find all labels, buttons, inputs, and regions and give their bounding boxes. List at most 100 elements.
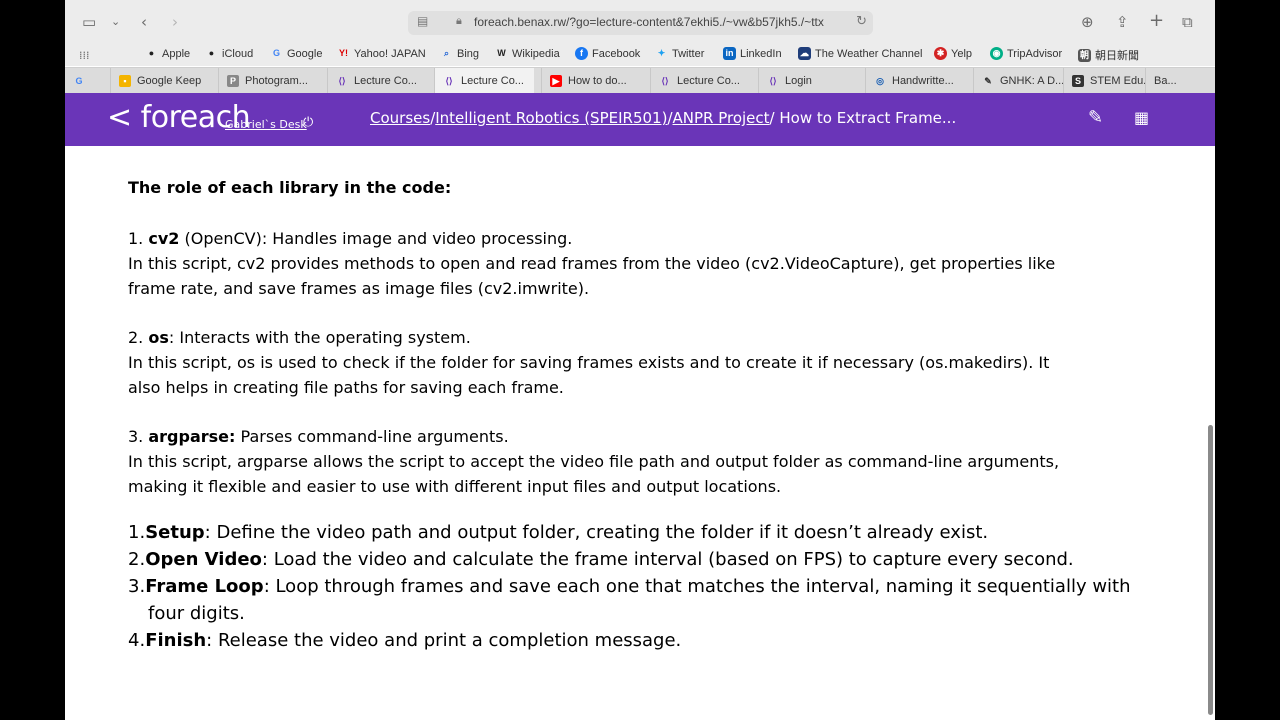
new-tab-icon[interactable]: + (1149, 11, 1164, 31)
sidebar-toggle-icon[interactable]: ▭ (82, 12, 96, 32)
bookmark-facebook[interactable]: f Facebook (575, 47, 640, 60)
tab-google-keep[interactable]: ▪ Google Keep (110, 68, 210, 94)
library-cv2-detail-1: In this script, cv2 provides methods to … (128, 254, 1056, 273)
bookmark-wikipedia[interactable]: W Wikipedia (495, 47, 560, 60)
bookmark-yahoo[interactable]: Y! Yahoo! JAPAN (337, 47, 426, 60)
bookmark-tripadvisor[interactable]: ◉ TripAdvisor (990, 47, 1062, 60)
bookmark-label: Yelp (951, 47, 973, 60)
power-icon[interactable]: ⏻ (303, 115, 313, 130)
bookmark-yelp[interactable]: ✱ Yelp (934, 47, 972, 60)
tab-lecture-content-active[interactable]: ⟨⟩ Lecture Co... (434, 68, 534, 94)
tab-gnhk[interactable]: ✎ GNHK: A D... (973, 68, 1063, 94)
forward-icon[interactable]: › (172, 12, 178, 32)
breadcrumb-courses[interactable]: Courses (370, 109, 430, 127)
address-bar[interactable]: ▤ 🔒︎ foreach.benax.rw/?go=lecture-conten… (408, 11, 873, 35)
tab-label: Handwritte... (892, 75, 954, 87)
tab-label: Photogram... (245, 75, 308, 87)
vertical-scrollbar[interactable] (1208, 425, 1213, 715)
foreach-icon: ⟨⟩ (661, 76, 669, 86)
pencil-icon[interactable]: ✎ (1088, 107, 1103, 128)
step-open-video: 2.Open Video: Load the video and calcula… (128, 546, 1074, 573)
foreach-icon: ⟨⟩ (769, 76, 777, 86)
twitter-icon: ✦ (657, 48, 666, 58)
library-os-detail-2: also helps in creating file paths for sa… (128, 378, 564, 397)
yelp-icon: ✱ (934, 47, 947, 60)
library-argparse-detail-1: In this script, argparse allows the scri… (128, 452, 1060, 471)
tab-ba[interactable]: Ba... (1145, 68, 1215, 94)
tab-overview-icon[interactable]: ⧉ (1182, 12, 1193, 32)
back-icon[interactable]: ‹ (141, 12, 147, 32)
breadcrumb: Courses/Intelligent Robotics (SPEIR501)/… (370, 109, 956, 127)
bookmark-label: iCloud (222, 47, 254, 60)
bookmark-label: TripAdvisor (1007, 47, 1063, 60)
tab-google[interactable]: G (65, 68, 110, 94)
section-heading: The role of each library in the code: (128, 178, 452, 197)
browser-window: ▭ ⌄ ‹ › ▤ 🔒︎ foreach.benax.rw/?go=lectur… (65, 0, 1215, 720)
library-argparse-detail-2: making it flexible and easier to use wit… (128, 477, 782, 496)
library-name: cv2 (148, 229, 180, 248)
youtube-icon: ▶ (550, 75, 562, 87)
item-number: 3. (128, 427, 149, 446)
chevron-down-icon[interactable]: ⌄ (111, 12, 120, 32)
tab-label: Ba... (1154, 75, 1177, 87)
tab-bar: G ▪ Google Keep P Photogram... ⟨⟩ Lecture C… (65, 67, 1215, 94)
browser-toolbar: ▭ ⌄ ‹ › ▤ 🔒︎ foreach.benax.rw/?go=lectur… (65, 0, 1215, 44)
tab-login[interactable]: ⟨⟩ Login (758, 68, 858, 94)
wikipedia-icon: W (497, 48, 506, 58)
library-description: Parses command-line arguments. (235, 427, 509, 446)
step-text: : Loop through frames and save each one … (263, 576, 1131, 597)
bookmark-apple[interactable]: ● Apple (145, 47, 190, 60)
reload-icon[interactable]: ↻ (856, 14, 867, 29)
lecture-content: The role of each library in the code: 1.… (65, 146, 1215, 720)
user-desk-link[interactable]: Gabriel`s Desk (225, 118, 307, 131)
tab-how-to-do[interactable]: ▶ How to do... (541, 68, 643, 94)
step-number: 4. (128, 630, 146, 651)
bookmark-label: Facebook (592, 47, 641, 60)
site-header: < foreach Gabriel`s Desk ⏻ Courses/Intel… (65, 93, 1215, 146)
page-icon: ▤ (417, 14, 429, 28)
linkedin-icon: in (723, 47, 736, 60)
library-name: argparse: (148, 427, 236, 446)
tab-stem-edu[interactable]: S STEM Edu... (1063, 68, 1145, 94)
bookmark-twitter[interactable]: ✦ Twitter (655, 47, 705, 60)
google-icon: G (272, 48, 280, 58)
bookmark-bing[interactable]: ⌕ Bing (440, 47, 479, 60)
bookmark-asahi[interactable]: 朝朝日新聞 (1078, 47, 1139, 63)
tab-photogram[interactable]: P Photogram... (218, 68, 315, 94)
library-cv2-title: 1. cv2 (OpenCV): Handles image and video… (128, 226, 572, 251)
tab-lecture-content-1[interactable]: ⟨⟩ Lecture Co... (327, 68, 424, 94)
search-icon: ⌕ (443, 48, 450, 58)
keep-icon: ▪ (119, 75, 131, 87)
library-description: (OpenCV): Handles image and video proces… (179, 229, 573, 248)
grid-icon[interactable]: ⁞⁞⁞ (79, 46, 90, 66)
apple-icon: ● (208, 48, 215, 58)
breadcrumb-project[interactable]: ANPR Project (673, 109, 770, 127)
tab-lecture-content-2[interactable]: ⟨⟩ Lecture Co... (650, 68, 750, 94)
share-icon[interactable]: ⇪ (1116, 12, 1129, 32)
bookmark-label: Wikipedia (512, 47, 560, 60)
apps-grid-icon[interactable]: ▦ (1134, 108, 1149, 127)
tab-label: Login (785, 75, 812, 87)
download-icon[interactable]: ⊕ (1081, 12, 1094, 32)
item-number: 2. (128, 328, 149, 347)
tab-label: Google Keep (137, 75, 202, 87)
url-text: foreach.benax.rw/?go=lecture-content&7ek… (474, 15, 824, 29)
bookmark-icloud[interactable]: ● iCloud (205, 47, 253, 60)
bookmark-linkedin[interactable]: in LinkedIn (723, 47, 782, 60)
step-text: four digits. (148, 603, 245, 624)
bookmark-weather[interactable]: ☁ The Weather Channel (798, 47, 922, 60)
library-argparse-title: 3. argparse: Parses command-line argumen… (128, 424, 509, 449)
stem-icon: S (1072, 75, 1084, 87)
photo-icon: P (227, 75, 239, 87)
bookmark-google[interactable]: G Google (270, 47, 323, 60)
globe-icon: ◎ (876, 76, 884, 86)
tab-handwritten[interactable]: ◎ Handwritte... (865, 68, 967, 94)
bookmark-label: The Weather Channel (815, 47, 923, 60)
tripadvisor-icon: ◉ (990, 47, 1003, 60)
breadcrumb-course[interactable]: Intelligent Robotics (SPEIR501) (435, 109, 667, 127)
tab-label: STEM Edu... (1090, 75, 1145, 87)
bookmark-label: Twitter (672, 47, 705, 60)
tab-label: Lecture Co... (354, 75, 417, 87)
tab-label: Lecture Co... (677, 75, 740, 87)
step-number: 3. (128, 576, 146, 597)
